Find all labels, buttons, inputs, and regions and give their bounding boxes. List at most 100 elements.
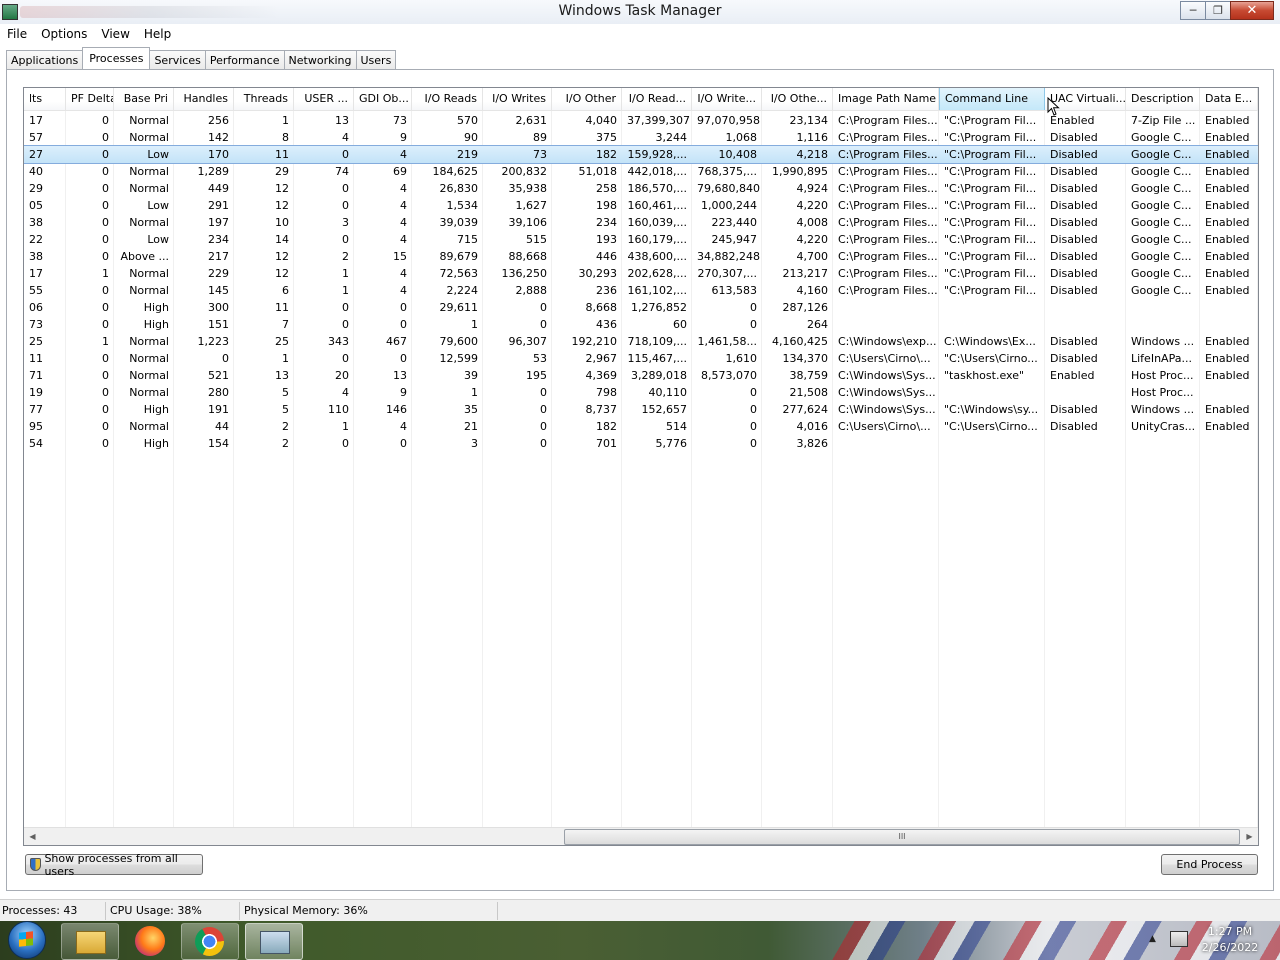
table-cell: 4,160,425	[772, 335, 828, 348]
table-cell: 51,018	[578, 165, 618, 178]
table-row[interactable]: 06 0 High 300 11 0 0 29,611 0 8,668 1,276,852 0 287,…	[24, 299, 1258, 316]
table-cell: Windows ...	[1131, 335, 1195, 348]
column-header[interactable]: Threads	[234, 88, 294, 110]
table-cell: Enabled	[1205, 284, 1250, 297]
table-row[interactable]: 71 0 Normal 521 13 20 13 39 195 4,369 3,289,018 8,5…	[24, 367, 1258, 384]
table-cell: Google C...	[1131, 216, 1192, 229]
table-row[interactable]: 55 0 Normal 145 6 1 4 2,224 2,888 236 161,102,... 6…	[24, 282, 1258, 299]
scroll-right-arrow-icon[interactable]: ▶	[1241, 828, 1258, 845]
column-header[interactable]: I/O Othe...	[762, 88, 833, 110]
table-cell: 1	[342, 267, 349, 280]
menu-help[interactable]: Help	[137, 27, 178, 41]
column-header[interactable]: GDI Ob...	[354, 88, 412, 110]
table-row[interactable]: 19 0 Normal 280 5 4 9 1 0 798 40,110 0 21,508 C:\Wind…	[24, 384, 1258, 401]
table-cell: 4,008	[796, 216, 829, 229]
table-row[interactable]: 38 0 Normal 197 10 3 4 39,039 39,106 234 160,039,.…	[24, 214, 1258, 231]
table-row[interactable]: 25 1 Normal 1,223 25 343 467 79,600 96,307 192,21…	[24, 333, 1258, 350]
minimize-button[interactable]: ─	[1180, 1, 1206, 20]
column-header[interactable]: USER ...	[294, 88, 354, 110]
table-cell: Above ...	[120, 250, 169, 263]
scrollbar-thumb[interactable]: III	[564, 829, 1240, 845]
table-cell: 0	[102, 284, 109, 297]
table-cell: 0	[102, 403, 109, 416]
table-cell: 280	[208, 386, 229, 399]
table-cell: 29	[29, 182, 43, 195]
table-row[interactable]: 95 0 Normal 44 2 1 4 21 0 182 514 0 4,016 C:\Users\Ci…	[24, 418, 1258, 435]
window-controls: ─ ❐ ✕	[1180, 1, 1274, 20]
table-cell: C:\Program Files...	[838, 182, 938, 195]
table-cell: 0	[102, 114, 109, 127]
table-cell: Enabled	[1205, 131, 1250, 144]
table-cell: Disabled	[1050, 148, 1098, 161]
table-cell	[1200, 299, 1258, 316]
table-cell: 0	[102, 386, 109, 399]
table-row[interactable]: 22 0 Low 234 14 0 4 715 515 193 160,179,... 245,947…	[24, 231, 1258, 248]
column-header[interactable]: PF Delta	[66, 88, 114, 110]
network-icon[interactable]	[1170, 931, 1188, 947]
table-row[interactable]: 77 0 High 191 5 110 146 35 0 8,737 152,657 0 277,624…	[24, 401, 1258, 418]
taskbar-chrome-button[interactable]	[181, 923, 239, 960]
close-button[interactable]: ✕	[1230, 1, 1274, 20]
tab-services[interactable]: Services	[149, 50, 206, 69]
menu-file[interactable]: File	[0, 27, 34, 41]
tab-performance[interactable]: Performance	[204, 50, 285, 69]
column-header[interactable]: Description	[1126, 88, 1200, 110]
table-cell: Enabled	[1205, 403, 1250, 416]
process-table[interactable]: lts PF Delta Base Pri Handles Threads USER ..…	[23, 87, 1259, 846]
column-header[interactable]: Image Path Name	[833, 88, 939, 110]
tab-users[interactable]: Users	[355, 50, 397, 69]
table-row[interactable]: 27 0 Low 170 11 0 4 219 73 182 159,928,... 10,408 4,…	[24, 145, 1258, 164]
column-header[interactable]: I/O Write...	[692, 88, 762, 110]
table-cell: High	[143, 437, 169, 450]
table-row[interactable]: 73 0 High 151 7 0 0 1 0 436 60 0 264	[24, 316, 1258, 333]
table-row[interactable]: 54 0 High 154 2 0 0 3 0 701 5,776 0 3,826	[24, 435, 1258, 452]
end-process-button[interactable]: End Process	[1161, 854, 1258, 875]
table-cell	[1045, 384, 1126, 401]
table-cell: 287,126	[782, 301, 829, 314]
table-row[interactable]: 40 0 Normal 1,289 29 74 69 184,625 200,832 51,018…	[24, 163, 1258, 180]
taskbar-clock[interactable]: 1:27 PM 2/26/2022	[1196, 924, 1264, 956]
table-row[interactable]: 57 0 Normal 142 8 4 9 90 89 375 3,244 1,068 1,116 C:\…	[24, 129, 1258, 146]
table-row[interactable]: 11 0 Normal 0 1 0 0 12,599 53 2,967 115,467,... 1,6…	[24, 350, 1258, 367]
table-cell: Google C...	[1131, 165, 1192, 178]
menu-view[interactable]: View	[94, 27, 136, 41]
column-header[interactable]: Data E...	[1200, 88, 1258, 110]
table-cell: "C:\Program Fil...	[944, 233, 1037, 246]
column-header[interactable]: lts	[24, 88, 66, 110]
title-bar: Windows Task Manager ─ ❐ ✕	[0, 0, 1280, 24]
table-cell	[1200, 435, 1258, 452]
table-row[interactable]: 05 0 Low 291 12 0 4 1,534 1,627 198 160,461,... 1,0…	[24, 197, 1258, 214]
table-row[interactable]: 38 0 Above ... 217 12 2 15 89,679 88,668 446 438,6…	[24, 248, 1258, 265]
table-cell: 2,224	[446, 284, 479, 297]
column-header[interactable]: I/O Writes	[483, 88, 552, 110]
horizontal-scrollbar[interactable]: ◀ III ▶	[24, 827, 1258, 845]
column-header[interactable]: I/O Other	[552, 88, 622, 110]
scroll-left-arrow-icon[interactable]: ◀	[24, 828, 41, 845]
column-header[interactable]: I/O Read...	[622, 88, 692, 110]
tab-applications[interactable]: Applications	[6, 50, 84, 69]
menu-options[interactable]: Options	[34, 27, 94, 41]
table-row[interactable]: 29 0 Normal 449 12 0 4 26,830 35,938 258 186,570,.…	[24, 180, 1258, 197]
column-header[interactable]: I/O Reads	[412, 88, 483, 110]
table-row[interactable]: 17 0 Normal 256 1 13 73 570 2,631 4,040 37,399,307…	[24, 112, 1258, 129]
table-cell: "C:\Users\Cirno...	[944, 420, 1038, 433]
show-all-users-button[interactable]: Show processes from all users	[25, 852, 203, 878]
table-cell: 89,679	[439, 250, 479, 263]
tab-processes[interactable]: Processes	[82, 47, 151, 69]
window-title: Windows Task Manager	[558, 3, 722, 19]
column-header[interactable]: Handles	[174, 88, 234, 110]
tab-networking[interactable]: Networking	[283, 50, 357, 69]
table-cell: 29	[275, 165, 289, 178]
table-cell: 12	[275, 250, 289, 263]
taskbar-task-manager-button[interactable]	[245, 923, 303, 960]
table-row[interactable]: 17 1 Normal 229 12 1 4 72,563 136,250 30,293 202,6…	[24, 265, 1258, 282]
show-hidden-icons-icon[interactable]: ▲	[1149, 934, 1156, 944]
column-header[interactable]: Base Pri	[114, 88, 174, 110]
taskbar-explorer-button[interactable]	[61, 923, 119, 960]
table-cell: 12,599	[439, 352, 479, 365]
column-header[interactable]: Command Line	[939, 88, 1045, 110]
table-cell: 1	[102, 267, 109, 280]
table-cell: 142	[208, 131, 229, 144]
table-cell: 11	[29, 352, 43, 365]
maximize-button[interactable]: ❐	[1205, 1, 1231, 20]
